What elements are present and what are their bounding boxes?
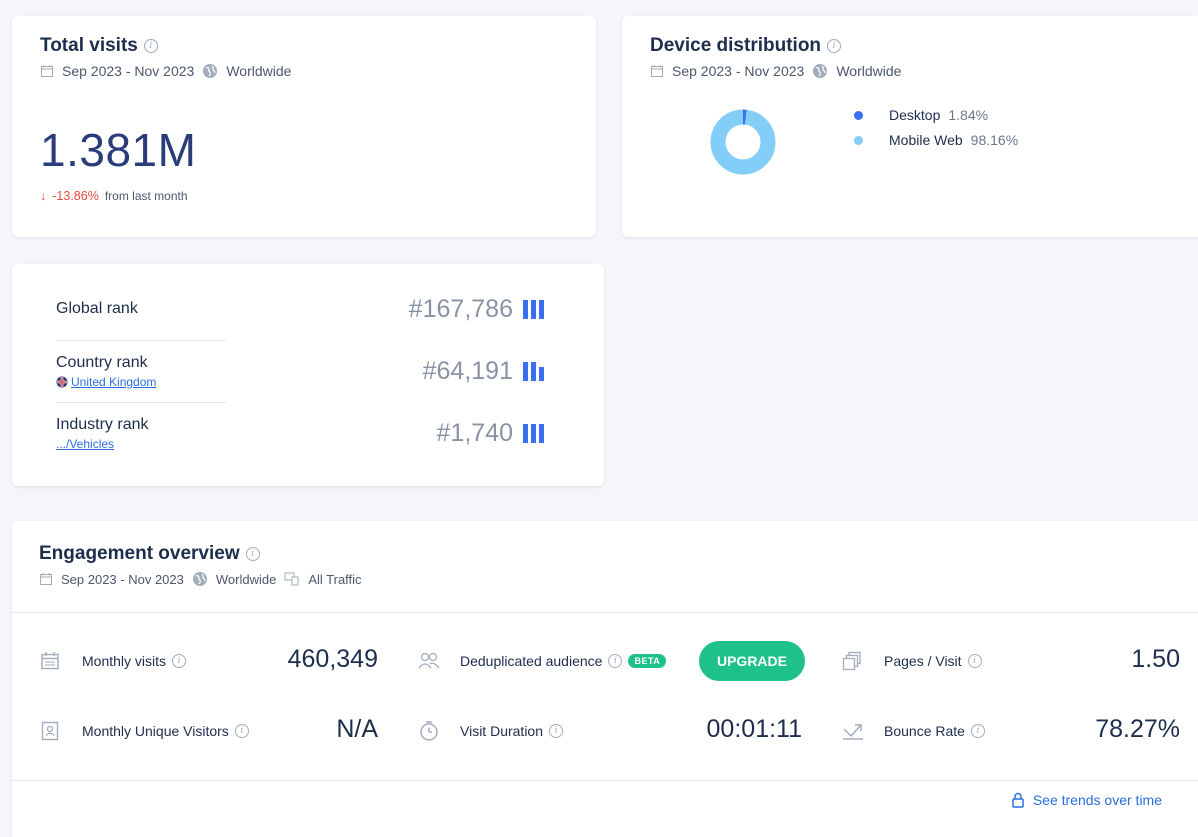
down-arrow-icon: ↓	[40, 189, 47, 203]
see-trends-link[interactable]: See trends over time	[1011, 792, 1162, 808]
rank-bars-icon	[523, 362, 544, 381]
device-distribution-card: Device distribution i Sep 2023 - Nov 202…	[622, 16, 1198, 237]
change-row: ↓ -13.86% from last month	[40, 189, 568, 203]
country-link[interactable]: United Kingdom	[56, 375, 156, 389]
engagement-header: Engagement overview i Sep 2023 - Nov 202…	[12, 521, 1198, 613]
visit-duration-value: 00:01:11	[706, 715, 802, 743]
total-visits-meta: Sep 2023 - Nov 2023 Worldwide	[40, 63, 568, 79]
industry-link[interactable]: .../Vehicles	[56, 437, 148, 451]
engagement-title: Engagement overview i	[39, 543, 1175, 565]
pages-icon	[842, 651, 861, 671]
globe-icon	[192, 572, 207, 586]
traffic-devices-icon	[284, 572, 299, 586]
rank-bars-icon	[523, 424, 544, 443]
rank-label: Global rank	[56, 300, 138, 317]
engagement-meta: Sep 2023 - Nov 2023 Worldwide All Traffi…	[39, 571, 1175, 587]
info-icon[interactable]: i	[172, 654, 187, 668]
traffic-type: All Traffic	[308, 571, 362, 587]
legend-dot-desktop	[854, 110, 863, 120]
calendar-icon	[41, 65, 53, 77]
date-range: Sep 2023 - Nov 2023	[62, 63, 195, 79]
rank-value: #1,740	[437, 419, 544, 448]
change-suffix: from last month	[104, 189, 188, 203]
info-icon[interactable]: i	[549, 724, 564, 738]
device-meta: Sep 2023 - Nov 2023 Worldwide	[650, 63, 1174, 79]
uk-flag-icon	[56, 376, 68, 388]
rank-row-industry: Industry rank .../Vehicles #1,740	[56, 402, 604, 464]
rank-value: #64,191	[423, 357, 544, 386]
id-card-icon	[41, 721, 59, 741]
metric-deduplicated-audience: Deduplicated audience i BETA	[418, 641, 667, 681]
monthly-visits-value: 460,349	[287, 645, 378, 673]
change-value: -13.86%	[52, 189, 99, 203]
bounce-arrow-icon	[843, 724, 863, 740]
info-icon[interactable]: i	[245, 547, 260, 561]
engagement-metrics: Monthly visits i 460,349 Deduplicated aud…	[12, 613, 1198, 781]
calendar-icon	[651, 65, 663, 77]
rank-value: #167,786	[409, 295, 544, 324]
unique-visitors-value: N/A	[336, 715, 378, 743]
lock-icon	[1012, 792, 1024, 808]
date-range: Sep 2023 - Nov 2023	[672, 63, 805, 79]
rank-row-global: Global rank #167,786	[56, 278, 574, 340]
region: Worldwide	[836, 63, 902, 79]
rank-bars-icon	[523, 299, 544, 319]
metric-pages-visit: Pages / Visit i	[842, 641, 982, 681]
ranks-card: Global rank #167,786 Country rank United…	[12, 264, 604, 486]
info-icon[interactable]: i	[967, 654, 982, 668]
metric-monthly-visits: Monthly visits i	[40, 641, 187, 681]
users-icon	[418, 652, 440, 669]
device-donut-chart	[710, 109, 776, 175]
metric-bounce-rate: Bounce Rate i	[842, 711, 985, 751]
rank-row-country: Country rank United Kingdom #64,191	[56, 340, 604, 402]
info-icon[interactable]: i	[608, 654, 623, 668]
info-icon[interactable]: i	[970, 724, 985, 738]
donut-slice-mobile-web	[710, 109, 776, 175]
total-visits-value: 1.381M	[40, 124, 197, 176]
info-icon[interactable]: i	[827, 39, 842, 53]
stopwatch-icon	[420, 721, 438, 741]
rank-label: Industry rank	[56, 416, 149, 433]
total-visits-title: Total visits i	[40, 35, 568, 57]
calendar-icon	[41, 652, 59, 670]
globe-icon	[813, 64, 828, 78]
device-legend: Desktop 1.84% Mobile Web 98.16%	[854, 107, 1018, 157]
calendar-icon	[40, 573, 52, 585]
metric-visit-duration: Visit Duration i	[418, 711, 564, 751]
info-icon[interactable]: i	[143, 39, 158, 53]
globe-icon	[203, 64, 218, 78]
bounce-rate-value: 78.27%	[1095, 715, 1180, 743]
legend-item-mobile-web: Mobile Web 98.16%	[854, 132, 1018, 148]
info-icon[interactable]: i	[234, 724, 249, 738]
total-visits-card: Total visits i Sep 2023 - Nov 2023 World…	[12, 16, 596, 237]
metric-monthly-unique-visitors: Monthly Unique Visitors i	[40, 711, 249, 751]
beta-badge: BETA	[628, 654, 667, 668]
device-distribution-title: Device distribution i	[650, 35, 1174, 57]
upgrade-button[interactable]: UPGRADE	[699, 641, 805, 681]
region: Worldwide	[215, 571, 277, 587]
pages-visit-value: 1.50	[1131, 645, 1180, 673]
region: Worldwide	[226, 63, 292, 79]
date-range: Sep 2023 - Nov 2023	[61, 571, 184, 587]
legend-item-desktop: Desktop 1.84%	[854, 107, 1018, 123]
engagement-overview-card: Engagement overview i Sep 2023 - Nov 202…	[12, 521, 1198, 837]
legend-dot-mobile-web	[854, 135, 863, 145]
rank-label: Country rank	[56, 354, 148, 371]
device-body: Desktop 1.84% Mobile Web 98.16%	[650, 101, 1174, 191]
